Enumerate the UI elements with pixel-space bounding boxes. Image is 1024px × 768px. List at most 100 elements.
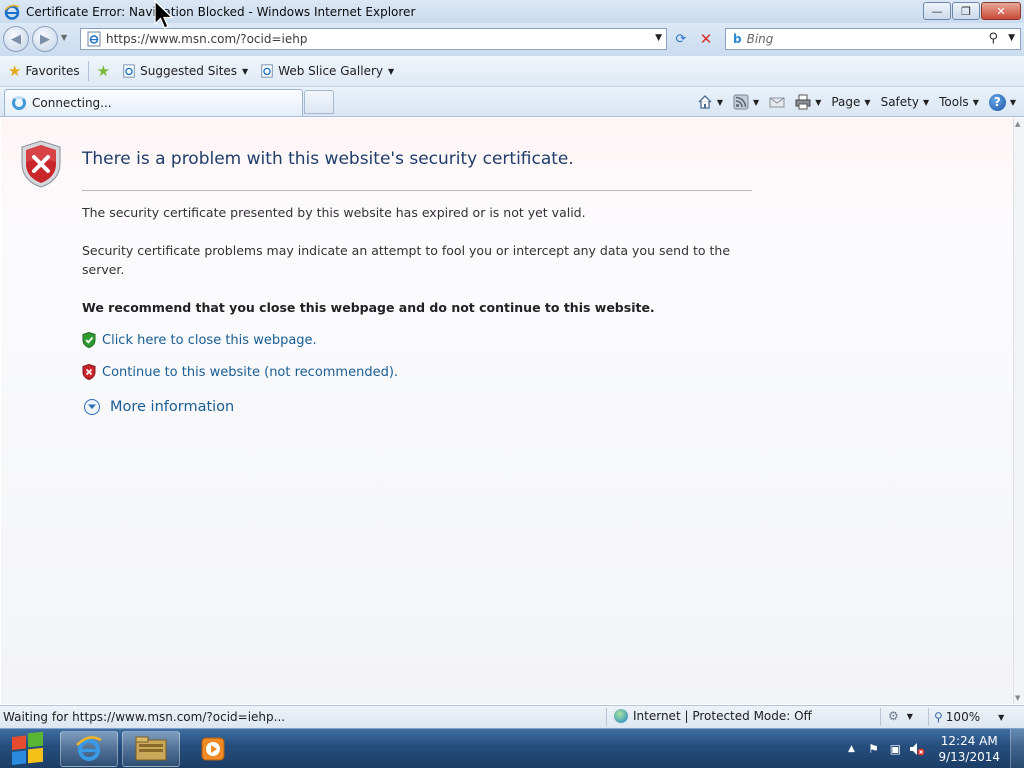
divider [606,708,607,726]
stop-icon: ✕ [699,30,713,48]
page-title: There is a problem with this website's s… [82,149,574,169]
forward-arrow-icon: ▶ [40,31,50,47]
chevron-down-icon: ▼ [922,97,930,107]
divider [82,190,752,191]
protected-mode-settings[interactable]: ⚙ ▼ [888,709,913,723]
add-favorites-icon: ★ [96,62,111,80]
chevron-down-icon[interactable]: ▼ [815,98,821,107]
chevron-down-icon[interactable]: ▼ [753,98,759,107]
add-to-favorites-bar-button[interactable]: ★ [93,60,118,82]
error-description: The security certificate presented by th… [82,205,586,220]
safety-menu-label: Safety [880,95,919,109]
address-input[interactable] [106,32,646,46]
zoom-control[interactable]: ⚲ 100% ▼ [934,710,1004,724]
expand-icon [84,399,100,415]
scroll-up-icon[interactable]: ▲ [1015,120,1020,128]
chevron-down-icon: ▼ [998,712,1005,722]
bing-icon: b [733,32,742,46]
settings-icon: ⚙ [888,709,899,723]
clock-date: 9/13/2014 [938,750,1000,764]
flag-icon[interactable]: ⚑ [865,741,881,757]
scroll-down-icon[interactable]: ▼ [1015,694,1020,702]
clock[interactable]: 12:24 AM 9/13/2014 [938,733,1000,765]
help-menu[interactable]: ? ▼ [988,93,1016,111]
divider [880,708,881,726]
loading-spinner-icon [12,96,26,110]
close-webpage-label: Click here to close this webpage. [102,332,317,348]
vertical-scrollbar[interactable]: ▲ ▼ [1013,118,1024,704]
tab-active[interactable]: Connecting... [4,89,303,116]
back-button[interactable]: ◀ [3,26,29,52]
close-window-button[interactable]: ✕ [981,2,1021,20]
refresh-icon: ⟳ [675,31,687,47]
search-icon[interactable]: ⚲ [988,31,998,46]
address-dropdown-icon[interactable]: ▼ [655,33,662,43]
ie-page-icon [123,64,135,78]
zoom-level: 100% [945,710,981,724]
chevron-down-icon[interactable]: ▼ [717,98,723,107]
chevron-down-icon: ▼ [864,97,871,107]
print-button[interactable]: ▼ [795,94,821,110]
tools-menu[interactable]: Tools ▼ [939,95,979,109]
divider [928,708,929,726]
read-mail-button[interactable] [769,94,785,110]
chevron-down-icon: ▼ [906,711,913,721]
folder-icon [135,736,167,761]
start-button[interactable] [2,729,56,768]
show-desktop-button[interactable] [1010,729,1024,768]
window-title: Certificate Error: Navigation Blocked - … [26,4,416,19]
command-tools: ▼ ▼ ▼ Page ▼ Safety ▼ Tools ▼ ? ▼ [687,91,1016,113]
chevron-down-icon: ▼ [242,66,249,76]
security-zone[interactable]: Internet | Protected Mode: Off [614,709,812,723]
help-icon: ? [988,93,1006,111]
continue-to-website-label: Continue to this website (not recommende… [102,364,399,380]
taskbar-internet-explorer[interactable] [60,731,118,767]
more-information-toggle[interactable]: More information [84,399,234,415]
web-slice-gallery-link[interactable]: Web Slice Gallery ▼ [256,60,398,82]
maximize-button[interactable]: ❐ [952,2,980,20]
suggested-sites-label: Suggested Sites [140,64,238,78]
recommendation-text: We recommend that you close this webpage… [82,300,655,315]
favorites-button[interactable]: ★ Favorites [4,60,84,82]
zoom-icon: ⚲ [934,710,943,724]
stop-button[interactable]: ✕ [695,28,717,50]
star-icon: ★ [8,62,22,80]
volume-muted-icon[interactable] [909,741,925,757]
window-controls: — ❐ ✕ [922,2,1021,20]
home-button[interactable]: ▼ [697,94,723,110]
more-information-label: More information [110,399,235,415]
search-input[interactable] [746,32,977,46]
tools-menu-label: Tools [939,95,969,109]
minimize-button[interactable]: — [923,2,951,20]
command-bar: Connecting... ▼ ▼ ▼ Page ▼ Safety ▼ Tool… [0,87,1024,117]
recent-pages-dropdown[interactable]: ▼ [61,33,67,42]
taskbar-windows-explorer[interactable] [122,731,180,767]
media-player-icon [201,737,225,761]
security-zone-label: Internet | Protected Mode: Off [633,709,812,723]
status-bar: Waiting for https://www.msn.com/?ocid=ie… [0,705,1024,728]
refresh-button[interactable]: ⟳ [670,28,692,50]
ie-logo-icon [76,736,102,761]
continue-to-website-link[interactable]: Continue to this website (not recommende… [82,364,398,380]
new-tab-button[interactable] [304,90,334,114]
favorites-bar: ★ Favorites ★ Suggested Sites ▼ Web Slic… [0,56,1024,87]
search-options-dropdown-icon[interactable]: ▼ [1008,33,1015,43]
mouse-cursor-icon [154,0,174,29]
status-text: Waiting for https://www.msn.com/?ocid=ie… [3,710,286,724]
page-menu[interactable]: Page ▼ [831,95,870,109]
web-slice-gallery-label: Web Slice Gallery [278,64,383,78]
safety-menu[interactable]: Safety ▼ [881,95,930,109]
back-arrow-icon: ◀ [11,31,21,47]
print-icon [795,94,811,110]
chevron-down-icon: ▼ [387,66,395,76]
search-box[interactable]: b ⚲ ▼ [725,28,1021,50]
ie-logo-icon [4,4,20,20]
forward-button[interactable]: ▶ [32,26,58,52]
suggested-sites-link[interactable]: Suggested Sites ▼ [118,60,252,82]
feeds-button[interactable]: ▼ [733,94,759,110]
rss-icon [733,94,749,110]
close-webpage-link[interactable]: Click here to close this webpage. [82,332,317,348]
show-hidden-icons-icon[interactable]: ▲ [843,741,859,757]
network-icon[interactable]: ▣ [887,741,903,757]
taskbar-media-player[interactable] [184,731,242,767]
